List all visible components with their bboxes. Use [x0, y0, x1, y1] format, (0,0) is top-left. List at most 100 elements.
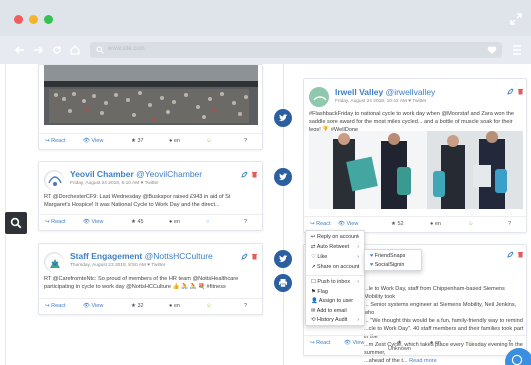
react-button[interactable]: ↪ React [45, 138, 66, 144]
language-label: ● en [169, 219, 180, 225]
refresh-icon[interactable] [52, 45, 62, 55]
favorite-heart-icon[interactable] [487, 45, 497, 55]
help-label[interactable]: ? [244, 219, 247, 225]
language-label: ● en [169, 138, 180, 144]
account-name[interactable]: Staff Engagement @NottsHCCulture [70, 251, 213, 261]
delete-icon[interactable] [517, 251, 524, 258]
timeline-twitter-badge[interactable] [274, 250, 292, 268]
crowd-photo [44, 65, 258, 125]
post-meta: Thursday, August 23 2018, 8:50 AM ♥ Twit… [70, 263, 166, 268]
delete-icon[interactable] [251, 253, 258, 260]
language-label: ● en [430, 221, 441, 227]
language-label: ● en [430, 340, 441, 346]
menu-item-auto-retweet[interactable]: ⇄ Auto Retweet [311, 244, 349, 250]
menu-item-push-inbox[interactable]: ☐ Push to inbox [311, 279, 350, 285]
menu-item-share[interactable]: ↗ Share on account [311, 264, 359, 270]
twitter-bird-icon [278, 114, 288, 122]
submenu-item-socialsignin[interactable]: ♥ SocialSignin [370, 262, 404, 268]
chevron-right-icon: › [357, 254, 359, 260]
sentiment-icon[interactable]: ☺ [206, 138, 212, 144]
read-more-link[interactable]: Read more [409, 358, 437, 364]
card-actions: ↪ React 👁 View ★ 37 ● en ☺ ? [39, 133, 262, 149]
avatar [44, 252, 64, 272]
react-button[interactable]: ↪ React [310, 221, 331, 227]
edit-icon[interactable] [507, 88, 514, 95]
avatar [309, 87, 329, 107]
crowd-photo-image [44, 65, 258, 125]
view-button[interactable]: 👁 View [83, 303, 103, 309]
delete-icon[interactable] [251, 171, 258, 178]
sentiment-icon[interactable]: ☺ [206, 303, 212, 309]
timeline-twitter-badge[interactable] [274, 109, 292, 127]
address-bar[interactable] [90, 42, 502, 58]
star-count: ★ Unknown [388, 340, 411, 352]
hamburger-menu-icon[interactable] [512, 44, 522, 56]
floating-action-button[interactable] [505, 348, 531, 365]
twitter-bird-icon [278, 173, 288, 181]
view-button[interactable]: 👁 View [338, 221, 358, 227]
menu-item-reply[interactable]: ↩ Reply on account [311, 234, 359, 240]
forward-arrow-icon[interactable] [33, 45, 43, 55]
chevron-right-icon: › [357, 264, 359, 270]
post-text: RT @CarefromteNtc: So proud of members o… [44, 276, 239, 290]
home-icon[interactable] [70, 45, 80, 55]
post-card-irwell-valley: Irwell Valley @irwellvalley Friday, Augu… [303, 78, 527, 233]
help-label[interactable]: ? [244, 303, 247, 309]
window-minimize-dot[interactable] [29, 15, 38, 24]
window-close-dot[interactable] [14, 15, 23, 24]
help-label[interactable]: ? [244, 138, 247, 144]
account-name[interactable]: Irwell Valley @irwellvalley [335, 87, 435, 97]
react-button[interactable]: ↪ React [45, 303, 66, 309]
sentiment-icon[interactable]: ☺ [468, 221, 474, 227]
context-submenu: ♥ FriendSnaps ♥ SocialSignin [364, 249, 422, 271]
view-button[interactable]: 👁 View [83, 138, 103, 144]
address-bar-text: www.site.com [108, 46, 145, 52]
post-meta: Friday, August 24 2018, 10:42 AM ♥ Twitt… [335, 99, 427, 104]
post-card-staff-engagement: Staff Engagement @NottsHCCulture Thursda… [38, 243, 263, 315]
avatar [44, 170, 64, 190]
view-button[interactable]: 👁 View [83, 219, 103, 225]
edit-icon[interactable] [507, 251, 514, 258]
account-name[interactable]: Yeovil Chamber @YeovilChamber [70, 169, 202, 179]
award-photo [309, 131, 523, 209]
post-text: RT @DorchesterCF9: Last Wednesday @Busks… [44, 194, 231, 208]
edit-icon[interactable] [241, 171, 248, 178]
star-count: ★ 37 [131, 138, 144, 144]
sentiment-icon[interactable]: ☺ [468, 340, 474, 346]
menu-item-assign-user[interactable]: 👤 Assign to user [311, 298, 353, 304]
star-count: ★ 32 [131, 303, 144, 309]
edit-icon[interactable] [241, 253, 248, 260]
help-label[interactable]: ? [508, 221, 511, 227]
timeline-print-badge[interactable] [274, 274, 292, 292]
card-actions: ↪ React 👁 View ★ Unknown ● en ☺ ? [304, 335, 526, 355]
menu-item-like[interactable]: ♡ Like [311, 254, 327, 260]
react-button[interactable]: ↪ React [45, 219, 66, 225]
language-label: ● en [169, 303, 180, 309]
twitter-bird-icon [278, 255, 288, 263]
sentiment-icon[interactable]: ○ [206, 219, 209, 225]
printer-icon [279, 279, 287, 288]
star-count: ★ 45 [131, 219, 144, 225]
search-icon [96, 46, 104, 54]
window-maximize-dot[interactable] [44, 15, 53, 24]
back-arrow-icon[interactable] [15, 45, 25, 55]
expand-icon[interactable] [509, 12, 523, 26]
post-card-image: ↪ React 👁 View ★ 37 ● en ☺ ? [38, 64, 263, 150]
view-button[interactable]: 👁 View [344, 340, 364, 346]
timeline-twitter-badge[interactable] [274, 168, 292, 186]
react-button[interactable]: ↪ React [310, 340, 331, 346]
card-actions: ↪ React 👁 View ★ 32 ● en ☺ ? [39, 298, 262, 314]
chat-bubble-icon [511, 354, 523, 365]
delete-icon[interactable] [517, 88, 524, 95]
search-icon [10, 217, 22, 229]
menu-item-flag[interactable]: ⚑ Flag [311, 289, 328, 295]
chevron-right-icon: › [357, 317, 359, 323]
menu-divider [306, 275, 364, 276]
menu-item-add-email[interactable]: ✉ Add to email [311, 308, 347, 314]
submenu-item-friendsnaps[interactable]: ♥ FriendSnaps [370, 253, 405, 259]
post-card-yeovil: Yeovil Chamber @YeovilChamber Friday, Au… [38, 161, 263, 231]
chevron-right-icon: › [357, 279, 359, 285]
help-label[interactable]: ? [508, 340, 511, 346]
floating-search-button[interactable] [5, 212, 27, 234]
menu-item-history-audit[interactable]: ⟲ History Audit [311, 317, 347, 323]
